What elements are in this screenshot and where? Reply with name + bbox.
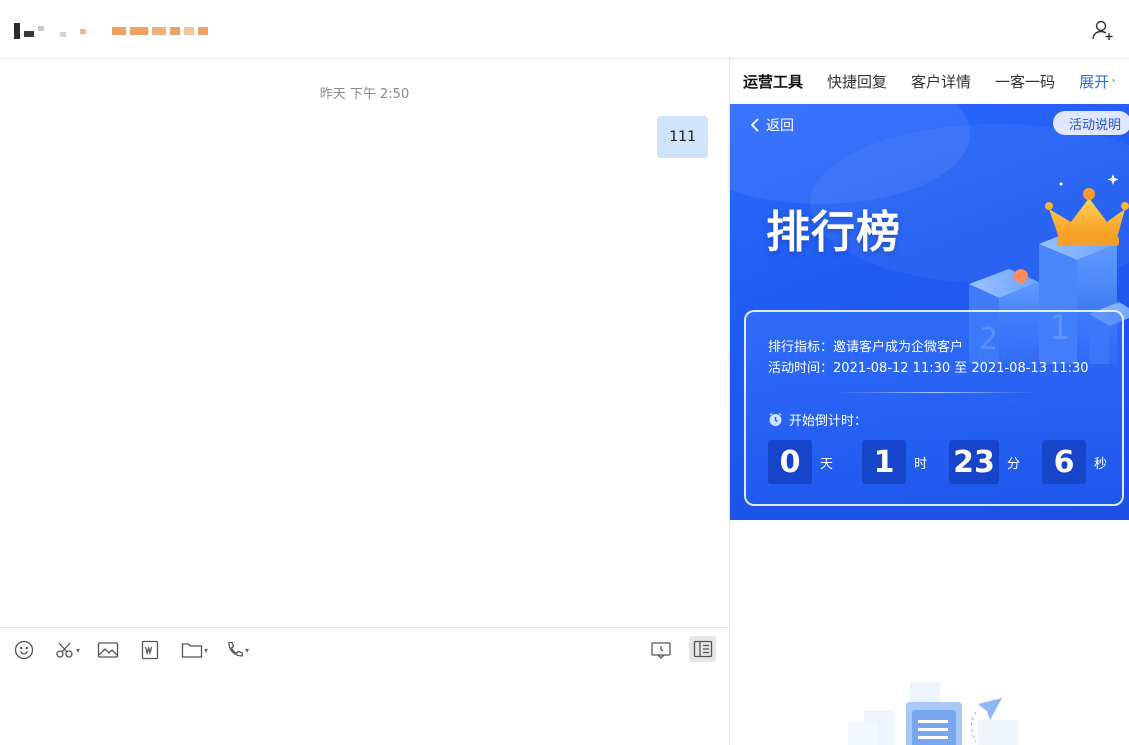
chat-window: 昨天 下午 2:50 111 ▾ ▾ ▾ 运营工具 快捷回复 客户详情 一客一码… bbox=[0, 0, 1129, 745]
folder-button[interactable]: ▾ bbox=[181, 639, 208, 661]
chevron-down-icon: ˅ bbox=[1111, 79, 1117, 90]
chat-header bbox=[0, 0, 1129, 59]
back-button[interactable]: 返回 bbox=[750, 115, 794, 135]
scissors-icon bbox=[56, 642, 73, 658]
redacted-contact-name bbox=[14, 22, 86, 40]
message-timestamp: 昨天 下午 2:50 bbox=[319, 87, 410, 102]
countdown-hours-unit: 时 bbox=[914, 456, 928, 472]
panel-tabs: 运营工具 快捷回复 客户详情 一客一码 展开 ˅ bbox=[730, 59, 1129, 104]
countdown-label: 开始倒计时： bbox=[768, 410, 867, 429]
tab-operation-tools[interactable]: 运营工具 bbox=[743, 71, 803, 92]
divider bbox=[836, 392, 1036, 393]
countdown-row: 0 天 1 时 23 分 6 秒 bbox=[768, 440, 1107, 484]
countdown-days-unit: 天 bbox=[820, 456, 834, 472]
folder-icon bbox=[181, 643, 203, 658]
phone-button[interactable]: ▾ bbox=[226, 639, 249, 661]
word-doc-icon[interactable] bbox=[141, 639, 159, 661]
countdown-days-value: 0 bbox=[768, 440, 812, 484]
countdown-minutes-unit: 分 bbox=[1007, 456, 1021, 472]
add-member-icon[interactable] bbox=[1091, 18, 1115, 42]
back-label: 返回 bbox=[766, 118, 794, 134]
message-input[interactable] bbox=[0, 671, 729, 745]
expand-label: 展开 bbox=[1079, 73, 1110, 91]
activity-info-card: 排行指标：邀请客户成为企微客户 活动时间：2021-08-12 11:30 至 … bbox=[744, 310, 1124, 506]
leaderboard-list[interactable] bbox=[730, 520, 1129, 745]
redacted-contact-company bbox=[112, 22, 208, 40]
message-bubble-self[interactable]: 111 bbox=[657, 116, 708, 158]
chat-summary-icon[interactable] bbox=[650, 639, 672, 661]
activity-explanation-button[interactable]: 活动说明 bbox=[1052, 111, 1129, 135]
empty-state-illustration bbox=[848, 682, 1018, 745]
composer-toolbar: ▾ ▾ ▾ bbox=[0, 627, 729, 671]
expand-tabs-button[interactable]: 展开 ˅ bbox=[1079, 71, 1116, 92]
side-panel-icon[interactable] bbox=[689, 636, 716, 662]
page-title: 排行榜 bbox=[766, 207, 901, 258]
screenshot-scissors-button[interactable]: ▾ bbox=[55, 639, 80, 661]
emoji-icon[interactable] bbox=[14, 639, 34, 661]
alarm-clock-icon bbox=[769, 412, 782, 426]
tab-quick-reply[interactable]: 快捷回复 bbox=[827, 71, 887, 92]
activity-time: 活动时间：2021-08-12 11:30 至 2021-08-13 11:30 bbox=[768, 361, 1089, 376]
message-list[interactable]: 昨天 下午 2:50 111 bbox=[0, 60, 729, 627]
chevron-down-icon: ▾ bbox=[204, 645, 209, 655]
leaderboard-banner: 返回 活动说明 排行榜 排行指标：邀请客户成为企微客户 活动时间：2021-08… bbox=[730, 104, 1129, 520]
phone-icon bbox=[228, 641, 243, 657]
image-icon[interactable] bbox=[97, 639, 119, 661]
ranking-metric: 排行指标：邀请客户成为企微客户 bbox=[768, 340, 964, 355]
countdown-minutes-value: 23 bbox=[949, 440, 1000, 484]
tab-customer-details[interactable]: 客户详情 bbox=[911, 71, 971, 92]
countdown-seconds-unit: 秒 bbox=[1094, 456, 1108, 472]
countdown-label-text: 开始倒计时： bbox=[789, 414, 868, 429]
chevron-left-icon bbox=[750, 118, 759, 132]
countdown-hours-value: 1 bbox=[862, 440, 907, 484]
chevron-down-icon: ▾ bbox=[245, 645, 250, 655]
operation-tools-panel: 运营工具 快捷回复 客户详情 一客一码 展开 ˅ 返回 活动说明 排行榜 排行指… bbox=[730, 59, 1129, 745]
countdown-seconds-value: 6 bbox=[1042, 440, 1087, 484]
chevron-down-icon: ▾ bbox=[76, 645, 81, 655]
tab-one-customer-one-code[interactable]: 一客一码 bbox=[995, 71, 1055, 92]
